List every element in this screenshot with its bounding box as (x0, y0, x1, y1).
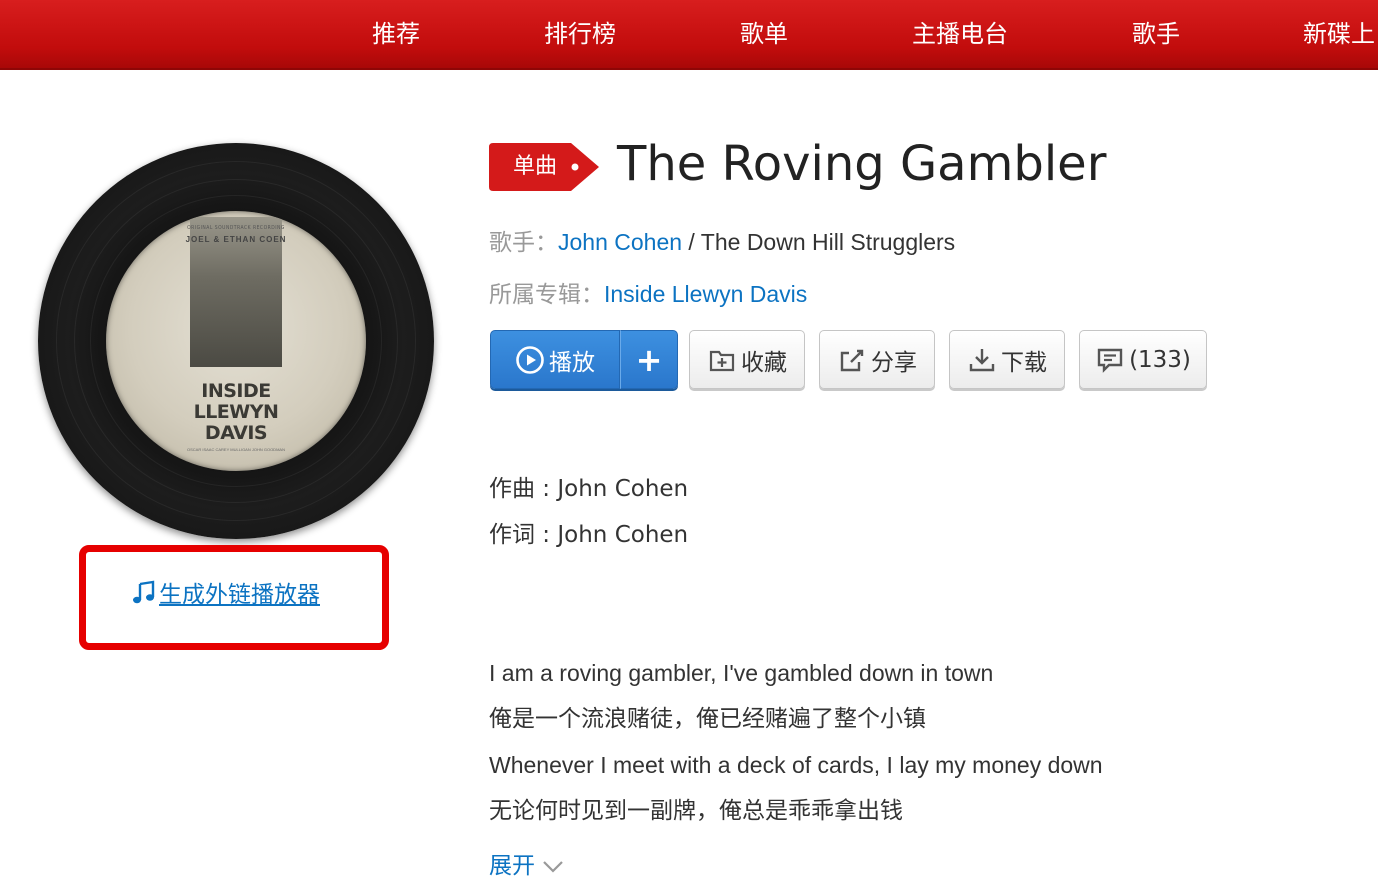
album-link[interactable]: Inside Llewyn Davis (604, 281, 807, 307)
collect-button-label: 收藏 (741, 349, 787, 376)
lyric-line: I am a roving gambler, I've gambled down… (489, 660, 994, 686)
add-to-playlist-button[interactable]: + (620, 330, 678, 389)
generate-embed-player-link[interactable]: 生成外链播放器 (131, 578, 320, 612)
lyric-line: 无论何时见到一副牌，俺总是乖乖拿出钱 (489, 798, 903, 824)
artist-label: 歌手： (489, 230, 558, 256)
share-button[interactable]: 分享 (819, 330, 935, 389)
play-circle-icon (516, 345, 544, 374)
album-label: 所属专辑： (489, 282, 604, 308)
artist-link[interactable]: John Cohen (558, 229, 682, 255)
composer-credit: 作曲 : John Cohen (489, 476, 689, 502)
artist-line: 歌手：John Cohen / The Down Hill Strugglers (489, 227, 955, 257)
song-title: The Roving Gambler (617, 136, 1107, 192)
nav-item-artists[interactable]: 歌手 (1132, 0, 1180, 68)
single-tag: 单曲 (489, 143, 599, 191)
artist-secondary: / The Down Hill Strugglers (682, 229, 956, 255)
expand-lyrics-link[interactable]: 展开 (489, 850, 564, 882)
comment-button[interactable]: (133) (1079, 330, 1207, 389)
play-button-label: 播放 (549, 349, 595, 376)
share-button-label: 分享 (871, 349, 917, 376)
top-nav-bar: 推荐 排行榜 歌单 主播电台 歌手 新碟上 (0, 0, 1378, 70)
cover-title-line: DAVIS (204, 422, 268, 444)
lyric-line: Whenever I meet with a deck of cards, I … (489, 752, 1103, 778)
nav-item-charts[interactable]: 排行榜 (544, 0, 616, 68)
lyric-line: 俺是一个流浪赌徒，俺已经赌遍了整个小镇 (489, 706, 926, 732)
single-tag-label: 单曲 (512, 154, 557, 179)
music-note-icon (133, 580, 155, 604)
download-button[interactable]: 下载 (949, 330, 1065, 389)
nav-item-radio[interactable]: 主播电台 (912, 0, 1008, 68)
cover-directors: JOEL & ETHAN COEN (185, 235, 287, 244)
lyricist-credit: 作词 : John Cohen (489, 522, 689, 548)
nav-item-new-albums[interactable]: 新碟上 (1303, 0, 1375, 68)
cover-credits: OSCAR ISAAC CAREY MULLIGAN JOHN GOODMAN (187, 447, 285, 452)
collect-button[interactable]: 收藏 (689, 330, 805, 389)
cover-title-line: LLEWYN (193, 401, 279, 423)
cover-title-line: INSIDE (201, 380, 271, 402)
album-cover[interactable]: ORIGINAL SOUNDTRACK RECORDING JOEL & ETH… (106, 211, 366, 471)
plus-icon: + (635, 340, 663, 379)
cover-title: INSIDE LLEWYN DAVIS (166, 381, 306, 444)
expand-label: 展开 (489, 853, 535, 879)
nav-item-playlists[interactable]: 歌单 (740, 0, 788, 68)
play-button[interactable]: 播放 (490, 330, 620, 389)
cover-topline: ORIGINAL SOUNDTRACK RECORDING (187, 225, 285, 231)
folder-add-icon (709, 350, 735, 371)
download-icon (969, 348, 995, 371)
comment-count: (133) (1129, 346, 1191, 373)
chevron-down-icon (543, 861, 564, 873)
embed-link-label[interactable]: 生成外链播放器 (159, 582, 320, 608)
album-line: 所属专辑：Inside Llewyn Davis (489, 279, 807, 309)
share-icon (840, 349, 864, 371)
download-button-label: 下载 (1001, 349, 1047, 376)
comment-icon (1097, 348, 1123, 373)
nav-item-recommend[interactable]: 推荐 (372, 0, 420, 68)
